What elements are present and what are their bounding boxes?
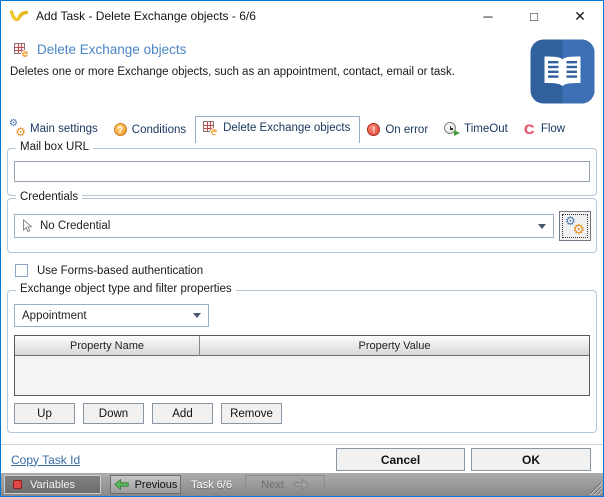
properties-table-header: Property Name Property Value: [15, 336, 589, 356]
copy-task-id-link[interactable]: Copy Task Id: [11, 453, 80, 467]
previous-task-button[interactable]: Previous: [110, 475, 181, 494]
tab-label: Delete Exchange objects: [223, 122, 351, 134]
status-bar: Variables Previous Task 6/6 Next: [1, 473, 603, 496]
object-type-selected-value: Appointment: [22, 309, 87, 322]
tab-main-settings[interactable]: ⚙ ⚙ Main settings: [3, 118, 107, 141]
tab-content: Mail box URL Credentials No Credential ⚙…: [1, 141, 603, 444]
window-title: Add Task - Delete Exchange objects - 6/6: [36, 9, 256, 23]
cursor-pointer-icon: [22, 219, 33, 233]
add-button[interactable]: Add: [152, 403, 213, 424]
next-task-button[interactable]: Next: [244, 475, 325, 494]
cancel-button[interactable]: Cancel: [336, 448, 465, 471]
gear-icon: ⚙ ⚙: [565, 214, 585, 237]
mailbox-url-group: Mail box URL: [7, 141, 597, 196]
chevron-down-icon: [538, 223, 546, 229]
ok-button[interactable]: OK: [471, 448, 591, 471]
mailbox-url-label: Mail box URL: [16, 141, 94, 153]
gear-icon: ⚙ ⚙: [9, 118, 26, 139]
task-type-title: Delete Exchange objects: [37, 42, 187, 57]
up-button[interactable]: Up: [14, 403, 75, 424]
previous-label: Previous: [134, 478, 178, 491]
tab-on-error[interactable]: On error: [360, 119, 437, 141]
tab-label: Flow: [540, 123, 566, 135]
exchange-filter-group: Exchange object type and filter properti…: [7, 283, 597, 433]
exchange-book-icon: [530, 39, 595, 104]
forms-auth-row: Use Forms-based authentication: [15, 264, 203, 277]
remove-button[interactable]: Remove: [221, 403, 282, 424]
dialog-footer: Copy Task Id Cancel OK: [1, 444, 603, 474]
delete-exchange-icon: [14, 42, 29, 58]
delete-exchange-icon: [203, 121, 219, 136]
exchange-filter-label: Exchange object type and filter properti…: [16, 283, 236, 295]
mailbox-url-input[interactable]: [14, 161, 590, 182]
down-button[interactable]: Down: [83, 403, 144, 424]
tab-flow[interactable]: Flow: [517, 118, 574, 141]
arrow-left-icon: [113, 479, 129, 490]
close-button[interactable]: ✕: [557, 1, 603, 31]
variables-label: Variables: [30, 478, 76, 491]
forms-auth-label: Use Forms-based authentication: [37, 264, 204, 277]
timeout-clock-icon: [444, 122, 461, 136]
app-logo-icon: [10, 10, 28, 22]
table-buttons-row: Up Down Add Remove: [14, 403, 282, 424]
maximize-button[interactable]: □: [511, 1, 557, 31]
tab-delete-exchange-objects[interactable]: Delete Exchange objects: [195, 116, 361, 143]
properties-table[interactable]: Property Name Property Value: [14, 335, 590, 396]
resize-grip[interactable]: [589, 482, 602, 495]
flow-arrow-icon: [524, 122, 536, 136]
title-bar[interactable]: Add Task - Delete Exchange objects - 6/6…: [1, 1, 603, 31]
credentials-group: Credentials No Credential ⚙ ⚙: [7, 191, 597, 253]
forms-auth-checkbox[interactable]: [15, 264, 28, 277]
chevron-down-icon: [193, 313, 201, 318]
window-controls: ─ □ ✕: [465, 1, 603, 31]
variables-icon: [13, 480, 22, 489]
add-task-dialog: Add Task - Delete Exchange objects - 6/6…: [0, 0, 604, 497]
object-type-select[interactable]: Appointment: [14, 304, 209, 327]
column-property-name[interactable]: Property Name: [15, 336, 200, 356]
credential-select[interactable]: No Credential: [14, 214, 554, 238]
credential-selected-value: No Credential: [40, 220, 111, 232]
task-description: Deletes one or more Exchange objects, su…: [10, 66, 455, 78]
tab-label: Main settings: [30, 123, 98, 135]
next-label: Next: [261, 478, 284, 491]
column-property-value[interactable]: Property Value: [200, 336, 589, 356]
tab-label: On error: [385, 123, 429, 136]
task-header: Delete Exchange objects Deletes one or m…: [1, 31, 603, 114]
task-position-label: Task 6/6: [191, 478, 232, 491]
tab-timeout[interactable]: TimeOut: [437, 118, 517, 141]
error-icon: [367, 123, 381, 136]
question-icon: [113, 123, 127, 136]
tab-conditions[interactable]: Conditions: [107, 119, 195, 141]
variables-button[interactable]: Variables: [4, 475, 101, 494]
arrow-right-icon: [294, 479, 309, 490]
minimize-button[interactable]: ─: [465, 1, 511, 31]
credentials-label: Credentials: [16, 191, 83, 203]
tab-label: TimeOut: [464, 123, 508, 135]
tab-label: Conditions: [131, 123, 187, 136]
manage-credentials-button[interactable]: ⚙ ⚙: [559, 211, 591, 241]
tab-strip: ⚙⚙ Main settings Conditions Delete Excha…: [1, 114, 603, 143]
